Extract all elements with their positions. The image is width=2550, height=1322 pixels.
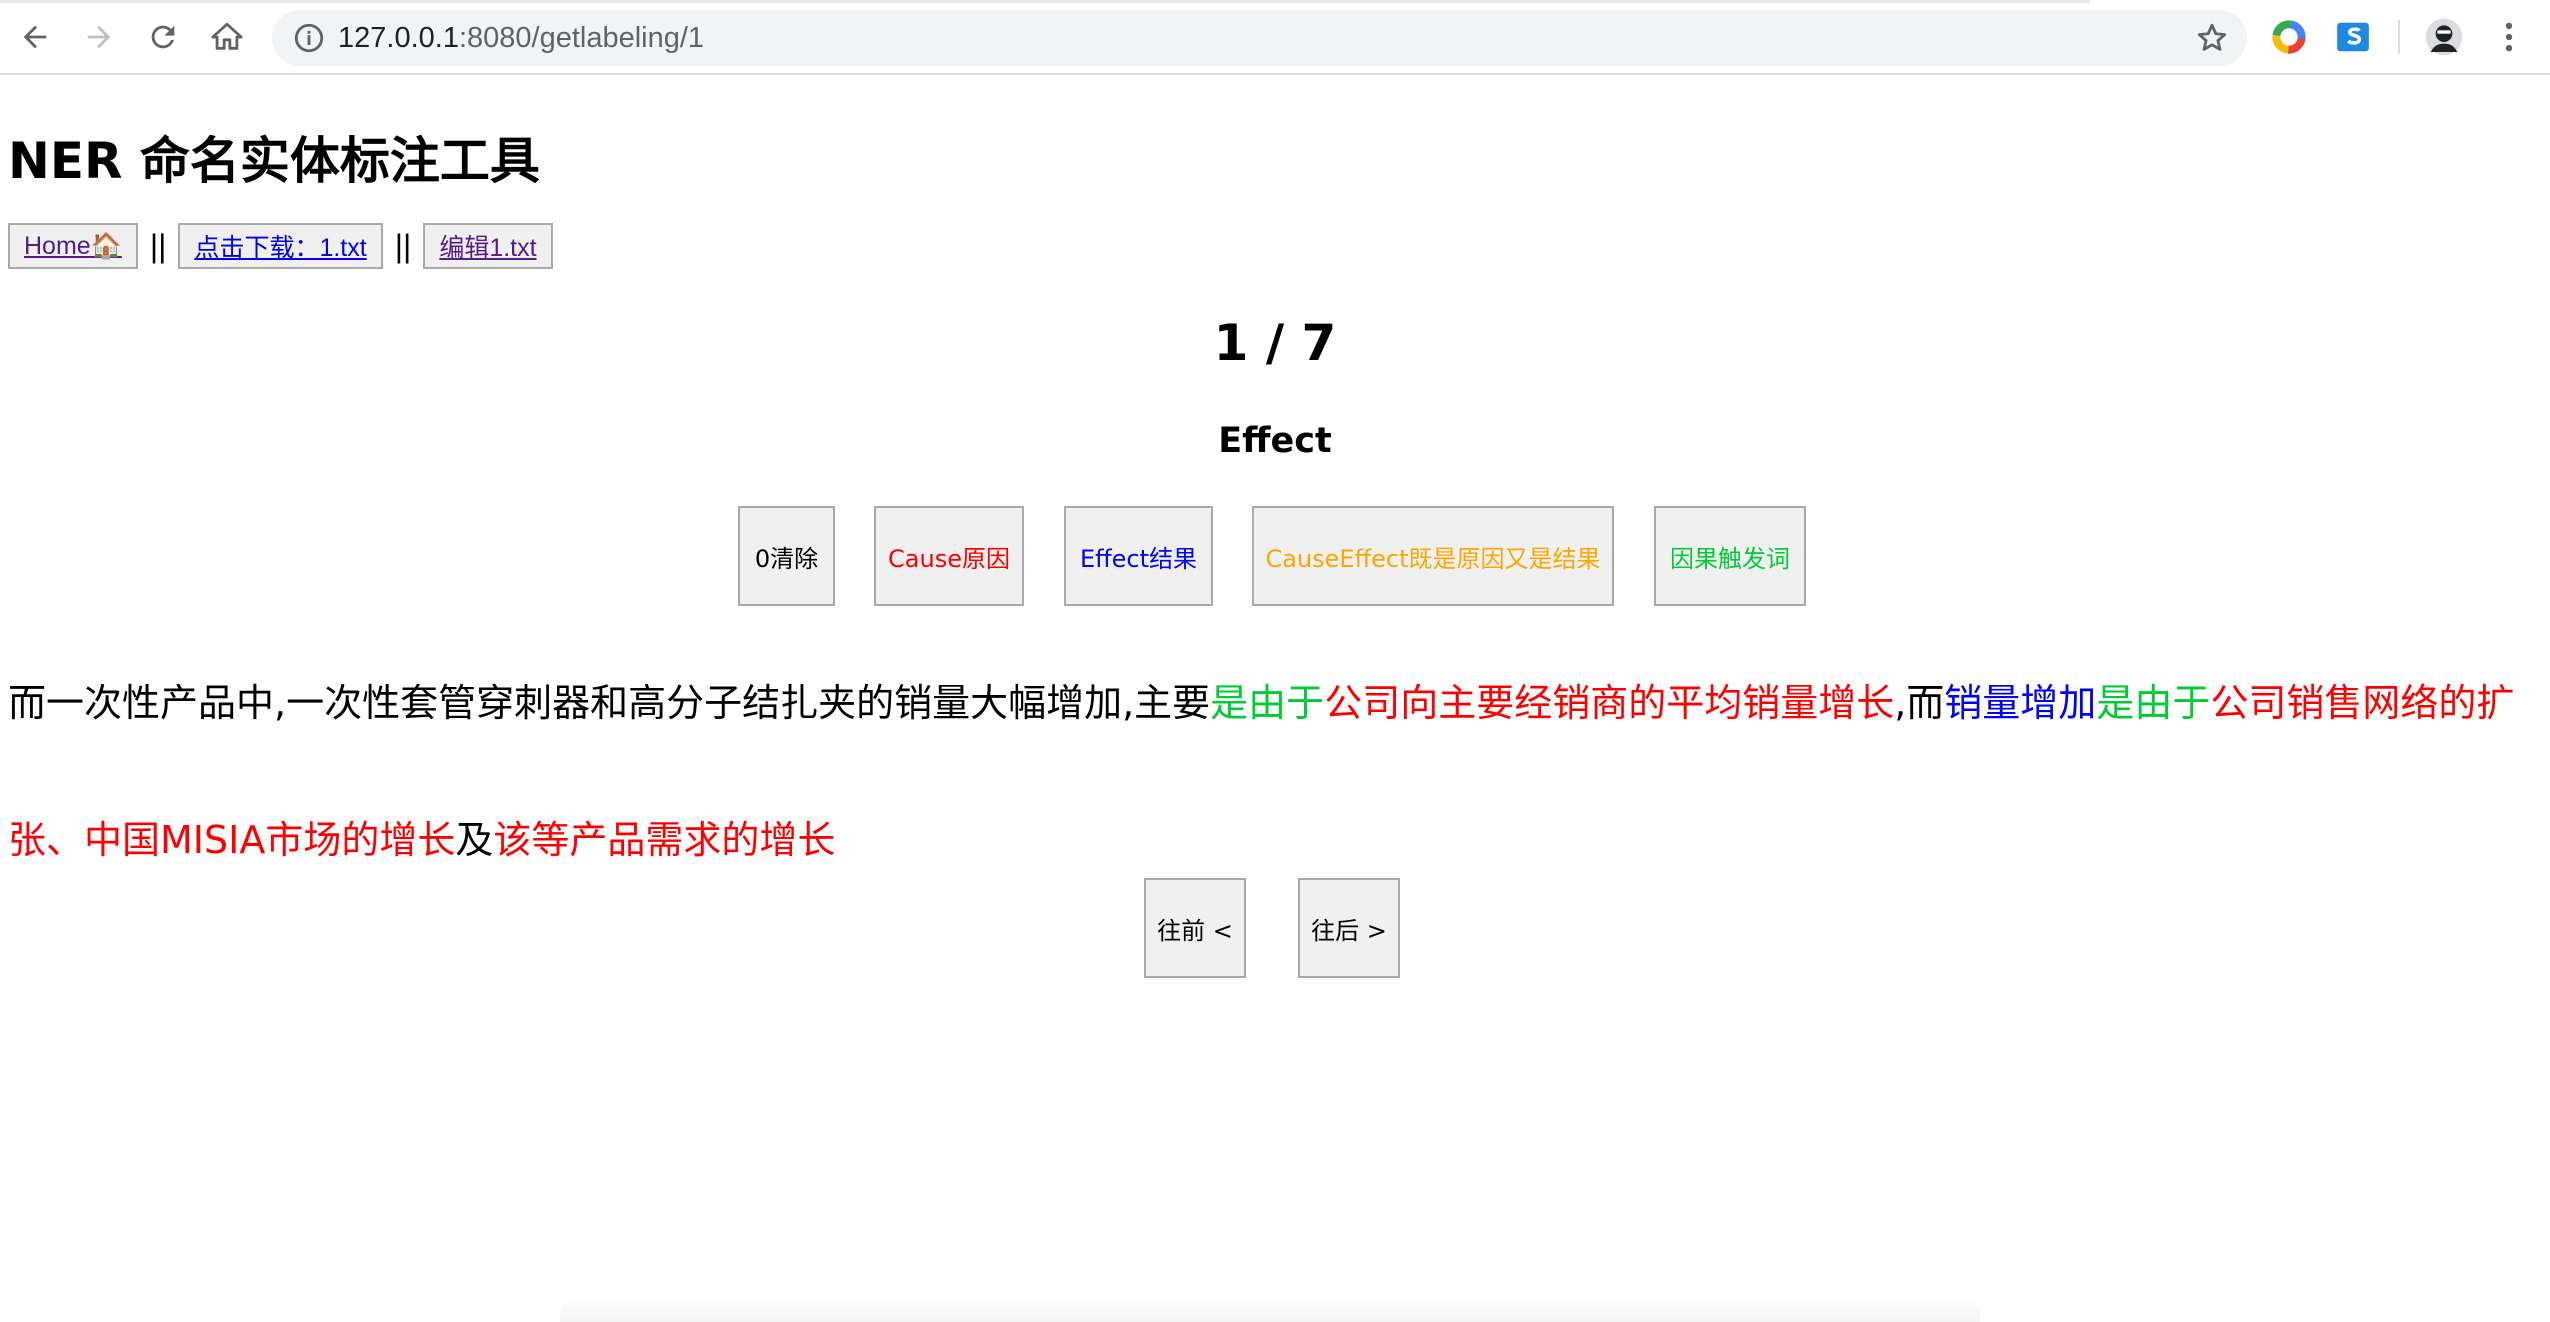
effect-label-button[interactable]: Effect结果 <box>1064 506 1213 606</box>
current-label: Effect <box>1218 421 1332 461</box>
prev-button[interactable]: 往前 < <box>1144 878 1246 978</box>
nav-separator: || <box>394 227 412 264</box>
page-body: NER 命名实体标注工具 Home🏠 || 点击下载：1.txt || 编辑1.… <box>0 77 2550 1322</box>
annotated-text: 而一次性产品中,一次性套管穿刺器和高分子结扎夹的销量大幅增加,主要是由于公司向主… <box>8 635 2542 909</box>
forward-arrow-icon <box>87 25 111 49</box>
home-button[interactable] <box>204 14 250 60</box>
edit-link-box[interactable]: 编辑1.txt <box>423 223 553 269</box>
download-link[interactable]: 点击下载：1.txt <box>194 228 366 264</box>
home-icon <box>211 22 243 50</box>
address-bar[interactable]: 127.0.0.1:8080/getlabeling/1 <box>272 10 2247 66</box>
text-segment-trigger[interactable]: 是由于 <box>1210 681 1324 725</box>
reload-icon <box>151 25 175 49</box>
cause-effect-label-button[interactable]: CauseEffect既是原因又是结果 <box>1252 506 1614 606</box>
text-segment-plain[interactable]: 而一次性产品中,一次性套管穿刺器和高分子结扎夹的销量大幅增加,主要 <box>8 681 1210 725</box>
browser-toolbar: 127.0.0.1:8080/getlabeling/1 <box>0 0 2550 75</box>
url-text[interactable]: 127.0.0.1:8080/getlabeling/1 <box>338 10 704 66</box>
next-button[interactable]: 往后 > <box>1298 878 1400 978</box>
back-arrow-icon <box>23 25 47 49</box>
page-title: NER 命名实体标注工具 <box>8 132 540 190</box>
download-link-box[interactable]: 点击下载：1.txt <box>178 223 383 269</box>
label-button-row: 0清除 Cause原因 Effect结果 CauseEffect既是原因又是结果… <box>0 506 2550 606</box>
info-icon[interactable] <box>292 21 326 55</box>
reload-button[interactable] <box>140 14 186 60</box>
top-navigation: Home🏠 || 点击下载：1.txt || 编辑1.txt <box>8 222 553 270</box>
menu-kebab-icon[interactable] <box>2490 18 2528 56</box>
nav-separator: || <box>149 227 167 264</box>
edit-link[interactable]: 编辑1.txt <box>439 228 536 264</box>
profile-avatar-icon[interactable] <box>2424 17 2464 57</box>
text-segment-plain[interactable]: 及 <box>455 818 493 862</box>
back-button[interactable] <box>12 14 58 60</box>
loading-bar <box>0 0 2090 3</box>
text-segment-plain[interactable]: ,而 <box>1894 681 1944 725</box>
s-extension-icon[interactable] <box>2334 18 2372 56</box>
toolbar-separator <box>2398 20 2400 54</box>
cause-label-button[interactable]: Cause原因 <box>874 506 1024 606</box>
trigger-word-label-button[interactable]: 因果触发词 <box>1654 506 1806 606</box>
text-segment-cause[interactable]: 该等产品需求的增长 <box>493 818 835 862</box>
home-link[interactable]: Home🏠 <box>24 232 122 261</box>
clear-label-button[interactable]: 0清除 <box>738 506 835 606</box>
home-link-box[interactable]: Home🏠 <box>8 223 138 269</box>
text-segment-cause[interactable]: 公司向主要经销商的平均销量增长 <box>1324 681 1894 725</box>
color-ring-extension-icon[interactable] <box>2270 18 2308 56</box>
text-segment-effect[interactable]: 销量增加 <box>1944 681 2096 725</box>
bottom-shelf <box>560 1297 1980 1322</box>
pager: 往前 < 往后 > <box>0 878 2550 978</box>
forward-button[interactable] <box>76 14 122 60</box>
bookmark-star-icon[interactable] <box>2195 21 2229 55</box>
page-counter: 1 / 7 <box>1213 314 1337 372</box>
text-segment-trigger[interactable]: 是由于 <box>2096 681 2210 725</box>
